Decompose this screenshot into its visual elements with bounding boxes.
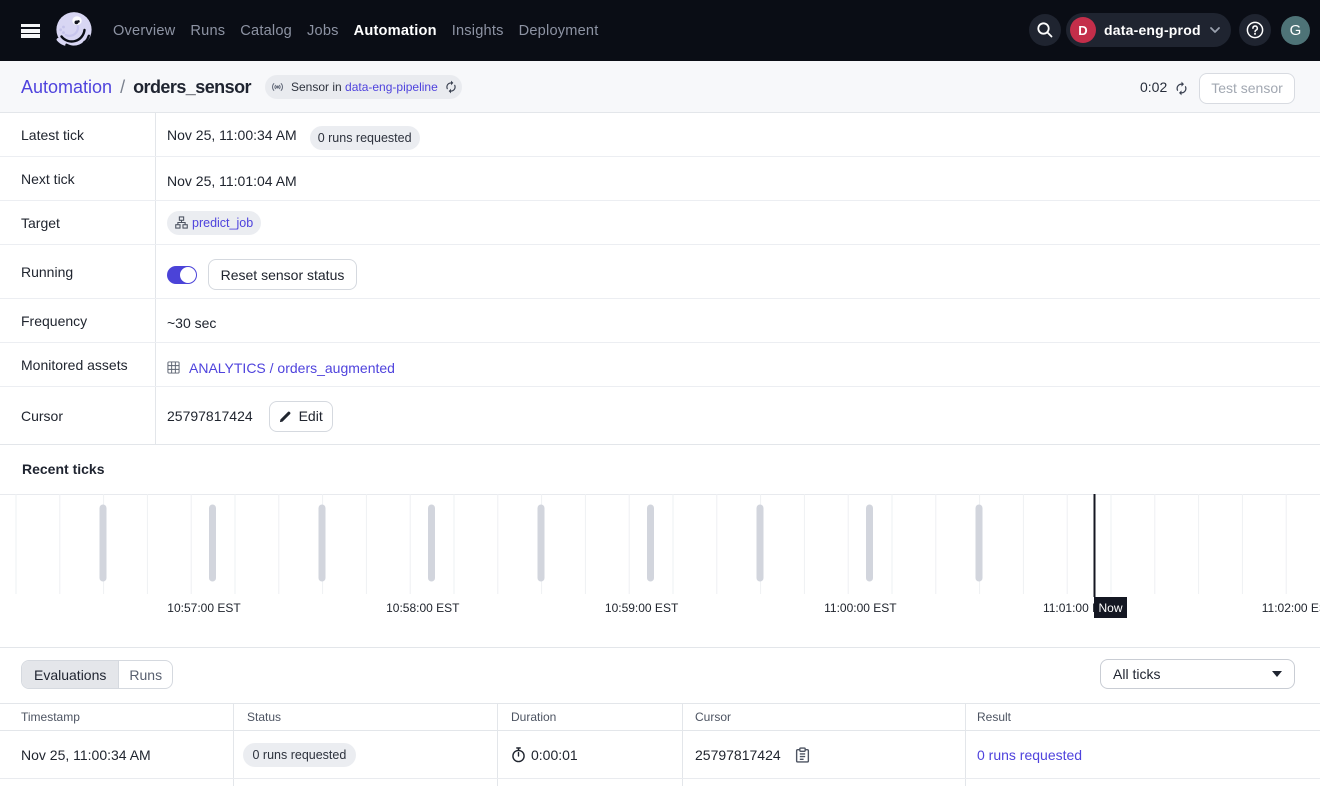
svg-text:11:02:00 EST: 11:02:00 EST: [1262, 601, 1320, 615]
svg-text:10:58:00 EST: 10:58:00 EST: [386, 601, 460, 615]
svg-text:11:00:00 EST: 11:00:00 EST: [824, 601, 897, 615]
svg-text:Now: Now: [1098, 601, 1122, 615]
svg-text:10:59:00 EST: 10:59:00 EST: [605, 601, 679, 615]
svg-text:10:57:00 EST: 10:57:00 EST: [167, 601, 241, 615]
